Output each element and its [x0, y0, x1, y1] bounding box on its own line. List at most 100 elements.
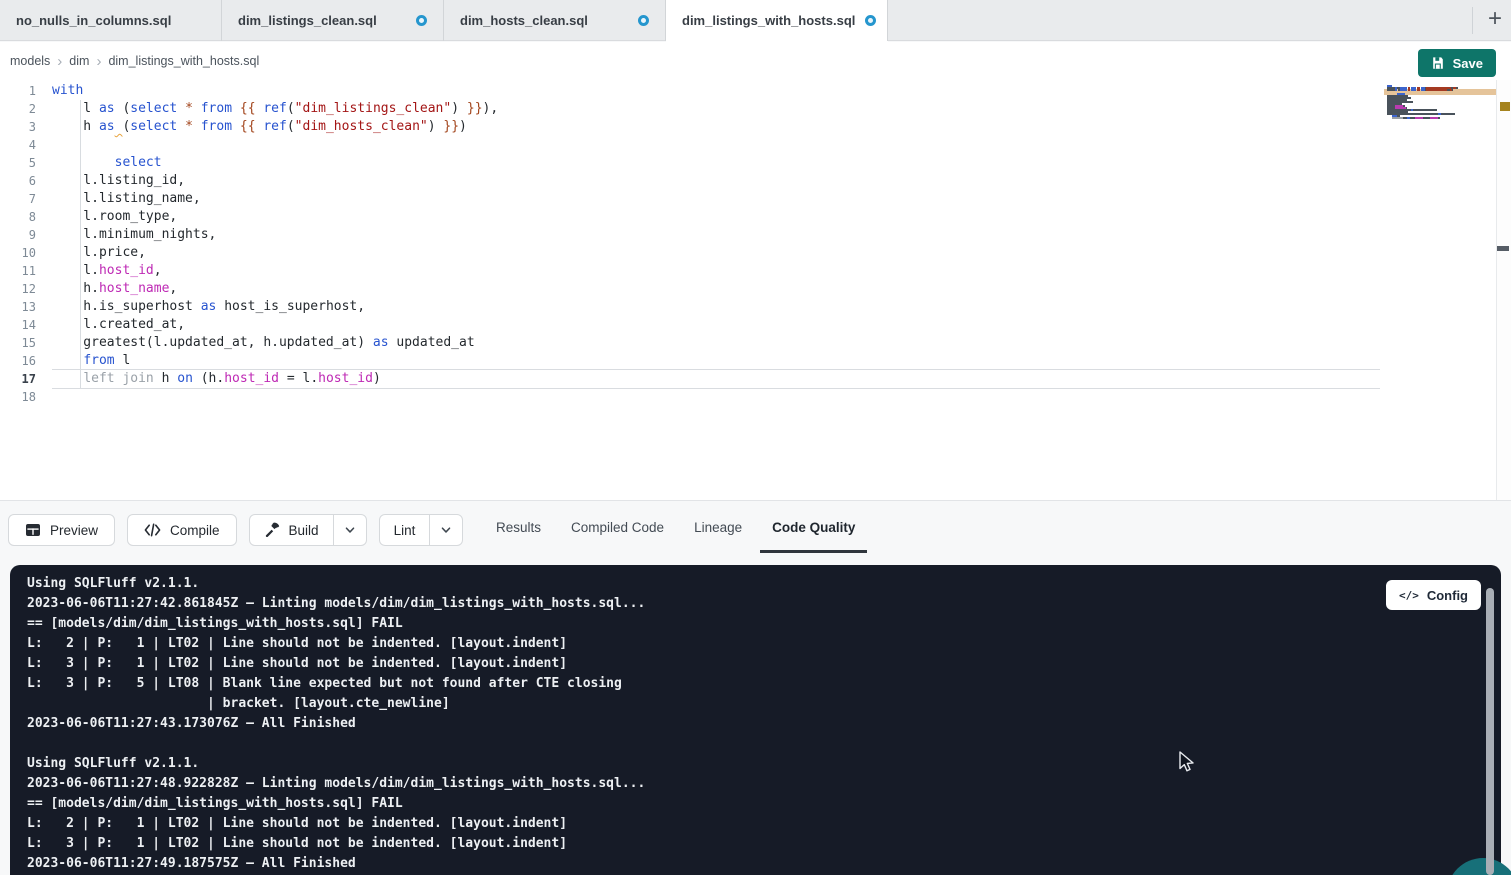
code-line[interactable]: 16 from l	[0, 352, 1380, 370]
panel-tab-compiled-code[interactable]: Compiled Code	[559, 501, 676, 553]
line-number: 1	[0, 82, 36, 100]
terminal-scroll-thumb[interactable]	[1486, 588, 1494, 875]
code-line[interactable]: 15 greatest(l.updated_at, h.updated_at) …	[0, 334, 1380, 352]
code-line-text: h.is_superhost as host_is_superhost,	[52, 298, 1380, 316]
lint-warning-marker	[1500, 102, 1510, 111]
lint-button-label: Lint	[394, 523, 416, 538]
code-line[interactable]: 11 l.host_id,	[0, 262, 1380, 280]
line-number: 11	[0, 262, 36, 280]
line-number: 2	[0, 100, 36, 118]
code-line-text: l.minimum_nights,	[52, 226, 1380, 244]
build-split-button: Build	[249, 514, 367, 546]
code-line[interactable]: 1with	[0, 82, 1380, 100]
breadcrumb-bar: models › dim › dim_listings_with_hosts.sql S…	[0, 42, 1511, 80]
breadcrumb-item[interactable]: dim_listings_with_hosts.sql	[108, 54, 259, 68]
code-line-text: l.created_at,	[52, 316, 1380, 334]
line-number: 15	[0, 334, 36, 352]
panel-tab-label: Compiled Code	[571, 520, 664, 535]
breadcrumb-separator-icon: ›	[96, 54, 101, 69]
compile-button-label: Compile	[170, 523, 220, 538]
code-line[interactable]: 12 h.host_name,	[0, 280, 1380, 298]
code-line[interactable]: 5 select	[0, 154, 1380, 172]
chevron-down-icon	[343, 523, 357, 537]
code-line[interactable]: 17 left join h on (h.host_id = l.host_id…	[0, 370, 1380, 388]
panel-tab-lineage[interactable]: Lineage	[682, 501, 754, 553]
line-number: 6	[0, 172, 36, 190]
file-tab-label: dim_hosts_clean.sql	[460, 13, 588, 28]
lint-dropdown-button[interactable]	[429, 515, 462, 545]
minimap[interactable]	[1387, 85, 1491, 121]
minimap-line	[1387, 119, 1491, 121]
code-line[interactable]: 3 h as (select * from {{ ref("dim_hosts_…	[0, 118, 1380, 136]
preview-button[interactable]: Preview	[8, 514, 115, 546]
file-tab[interactable]: dim_listings_clean.sql	[222, 0, 444, 41]
code-line[interactable]: 8 l.room_type,	[0, 208, 1380, 226]
code-line-text: l.listing_name,	[52, 190, 1380, 208]
code-line-text: from l	[52, 352, 1380, 370]
result-panel-tabs: Results Compiled Code LineageCode Quality	[484, 501, 867, 553]
ide-window: no_nulls_in_columns.sql dim_listings_clea…	[0, 0, 1511, 875]
code-line[interactable]: 4	[0, 136, 1380, 154]
panel-tab-results[interactable]: Results	[484, 501, 553, 553]
line-number: 12	[0, 280, 36, 298]
save-icon	[1431, 56, 1445, 70]
line-number: 14	[0, 316, 36, 334]
line-number: 10	[0, 244, 36, 262]
code-line-text: greatest(l.updated_at, h.updated_at) as …	[52, 334, 1380, 352]
code-line-text	[52, 136, 1380, 154]
annotation-scrollbar[interactable]	[1496, 80, 1511, 500]
editor-scroll-thumb[interactable]	[1497, 246, 1509, 251]
line-number: 4	[0, 136, 36, 154]
code-line[interactable]: 13 h.is_superhost as host_is_superhost,	[0, 298, 1380, 316]
indent-guide	[80, 100, 81, 388]
code-line-text	[52, 388, 1380, 406]
code-line[interactable]: 18	[0, 388, 1380, 406]
lint-split-button: Lint	[379, 514, 464, 546]
code-line[interactable]: 7 l.listing_name,	[0, 190, 1380, 208]
code-line-text: l.host_id,	[52, 262, 1380, 280]
file-tab[interactable]: dim_listings_with_hosts.sql	[666, 0, 888, 41]
chevron-down-icon	[439, 523, 453, 537]
code-line[interactable]: 2 l as (select * from {{ ref("dim_listin…	[0, 100, 1380, 118]
config-button[interactable]: </> Config	[1386, 580, 1481, 610]
breadcrumb: models › dim › dim_listings_with_hosts.sql	[10, 42, 259, 80]
line-number: 9	[0, 226, 36, 244]
line-number: 16	[0, 352, 36, 370]
compile-button[interactable]: Compile	[127, 514, 237, 546]
file-tab-label: dim_listings_with_hosts.sql	[682, 13, 855, 28]
breadcrumb-separator-icon: ›	[57, 54, 62, 69]
file-tab[interactable]: dim_hosts_clean.sql	[444, 0, 666, 41]
breadcrumb-item[interactable]: dim	[69, 54, 89, 68]
save-button-label: Save	[1453, 56, 1483, 71]
build-dropdown-button[interactable]	[333, 515, 366, 545]
lint-button[interactable]: Lint	[380, 515, 430, 545]
line-number: 18	[0, 388, 36, 406]
file-tab-label: dim_listings_clean.sql	[238, 13, 377, 28]
code-line[interactable]: 9 l.minimum_nights,	[0, 226, 1380, 244]
hammer-icon	[264, 522, 280, 538]
code-line[interactable]: 6 l.listing_id,	[0, 172, 1380, 190]
code-line-text: l as (select * from {{ ref("dim_listings…	[52, 100, 1380, 118]
code-line-text: select	[52, 154, 1380, 172]
minimap-rows	[1387, 85, 1491, 121]
breadcrumb-item[interactable]: models	[10, 54, 50, 68]
line-number: 3	[0, 118, 36, 136]
file-tab[interactable]: no_nulls_in_columns.sql	[0, 0, 222, 41]
code-line-text: l.listing_id,	[52, 172, 1380, 190]
code-line[interactable]: 14 l.created_at,	[0, 316, 1380, 334]
code-editor[interactable]: 1with2 l as (select * from {{ ref("dim_l…	[0, 80, 1511, 500]
code-line-text: l.price,	[52, 244, 1380, 262]
build-button-label: Build	[289, 523, 319, 538]
save-button[interactable]: Save	[1418, 49, 1496, 77]
config-button-label: Config	[1427, 588, 1468, 603]
line-number: 7	[0, 190, 36, 208]
panel-tab-label: Results	[496, 520, 541, 535]
panel-tab-code-quality[interactable]: Code Quality	[760, 501, 867, 553]
line-number: 5	[0, 154, 36, 172]
tab-bar-divider	[1472, 7, 1473, 34]
code-line-text: h.host_name,	[52, 280, 1380, 298]
code-line-text: h as (select * from {{ ref("dim_hosts_cl…	[52, 118, 1380, 136]
new-tab-button[interactable]: +	[1480, 4, 1510, 36]
build-button[interactable]: Build	[250, 515, 333, 545]
code-line[interactable]: 10 l.price,	[0, 244, 1380, 262]
